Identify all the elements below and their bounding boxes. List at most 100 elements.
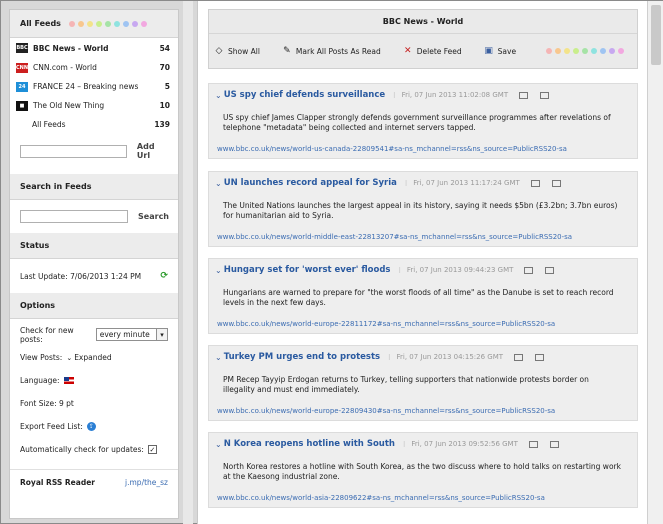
- font-size-label[interactable]: Font Size: 9 pt: [20, 399, 74, 408]
- language-option: Language:: [10, 369, 178, 392]
- print-icon[interactable]: [519, 91, 529, 99]
- email-icon[interactable]: [540, 91, 550, 99]
- print-icon[interactable]: [530, 179, 540, 187]
- color-dot[interactable]: [555, 48, 562, 54]
- save-button[interactable]: ▣ Save: [484, 46, 516, 56]
- feed-favicon-icon: 24: [16, 81, 28, 92]
- color-dot[interactable]: [573, 48, 580, 54]
- font-option: Font Size: 9 pt: [10, 392, 178, 415]
- color-dot[interactable]: [113, 20, 120, 27]
- feed-item[interactable]: ■ The Old New Thing 10: [10, 96, 178, 115]
- feed-item[interactable]: 24 FRANCE 24 – Breaking news 5: [10, 77, 178, 96]
- feed-favicon-icon: ■: [16, 100, 28, 111]
- color-dot[interactable]: [582, 48, 589, 54]
- print-icon[interactable]: [524, 266, 534, 274]
- color-dot[interactable]: [68, 20, 75, 27]
- export-icon[interactable]: ⇪: [86, 422, 96, 431]
- feed-item[interactable]: CNN CNN.com - World 70: [10, 58, 178, 77]
- export-label: Export Feed List:: [20, 422, 83, 431]
- feed-unread-count: 70: [159, 63, 170, 72]
- auto-check-label: Automatically check for updates:: [20, 445, 144, 454]
- color-dot[interactable]: [609, 48, 616, 54]
- feed-color-dots[interactable]: [546, 48, 625, 54]
- collapse-chevron-icon[interactable]: ⌄: [215, 91, 222, 100]
- post-link[interactable]: www.bbc.co.uk/news/world-asia-22809622#s…: [209, 491, 637, 505]
- collapse-chevron-icon[interactable]: ⌄: [215, 353, 222, 362]
- print-icon[interactable]: [528, 440, 538, 448]
- search-button[interactable]: Search: [138, 212, 169, 221]
- feed-item[interactable]: BBC BBC News - World 54: [10, 38, 178, 58]
- footer-link[interactable]: j.mp/the_sz: [125, 478, 168, 487]
- feed-name: All Feeds: [32, 120, 66, 129]
- post-link[interactable]: www.bbc.co.uk/news/world-europe-22811172…: [209, 317, 637, 331]
- post-body: US spy chief James Clapper strongly defe…: [209, 106, 637, 142]
- color-dot[interactable]: [122, 20, 129, 27]
- post-title[interactable]: Turkey PM urges end to protests: [224, 352, 380, 362]
- post-title[interactable]: Hungary set for 'worst ever' floods: [224, 265, 391, 275]
- color-dot[interactable]: [131, 20, 138, 27]
- post-header: ⌄ UN launches record appeal for Syria ⁝ Fri…: [209, 172, 637, 194]
- collapse-chevron-icon[interactable]: ⌄: [215, 179, 222, 188]
- show-all-label: Show All: [228, 46, 260, 56]
- color-dot[interactable]: [95, 20, 102, 27]
- flag-icon[interactable]: [63, 377, 74, 384]
- check-option: Check for new posts: every minute ▾: [10, 323, 178, 346]
- sidebar: All Feeds BBC BBC News - World 54 CNN CNN.co…: [9, 9, 179, 519]
- status-title: Status: [20, 241, 50, 250]
- vertical-scrollbar[interactable]: [647, 1, 663, 524]
- post-link[interactable]: www.bbc.co.uk/news/world-middle-east-228…: [209, 230, 637, 244]
- print-icon[interactable]: [514, 353, 524, 361]
- feed-name: FRANCE 24 – Breaking news: [33, 82, 139, 91]
- search-row: Search: [10, 200, 178, 233]
- feed-unread-count: 54: [159, 43, 170, 53]
- post-link[interactable]: www.bbc.co.uk/news/world-europe-22809430…: [209, 404, 637, 418]
- status-row: Last Update: 7/06/2013 1:24 PM ⟳: [10, 259, 178, 293]
- color-dot[interactable]: [546, 48, 553, 54]
- expand-icon[interactable]: ⌄: [66, 354, 72, 362]
- color-dot[interactable]: [600, 48, 607, 54]
- post-link[interactable]: www.bbc.co.uk/news/world-us-canada-22809…: [209, 142, 637, 156]
- sidebar-item-all-feeds[interactable]: All Feeds 139: [10, 115, 178, 134]
- options-header: Options: [10, 293, 178, 319]
- view-value[interactable]: Expanded: [74, 353, 111, 362]
- add-url-input[interactable]: [20, 144, 127, 158]
- collapse-chevron-icon[interactable]: ⌄: [215, 266, 222, 275]
- show-all-button[interactable]: ◇ Show All: [214, 46, 260, 56]
- feed-title: BBC News - World: [209, 10, 637, 34]
- collapse-chevron-icon[interactable]: ⌄: [215, 440, 222, 449]
- post-body: North Korea restores a hotline with Sout…: [209, 455, 637, 491]
- refresh-icon[interactable]: ⟳: [160, 271, 168, 281]
- view-option: View Posts: ⌄ Expanded: [10, 346, 178, 369]
- search-input[interactable]: [20, 210, 129, 223]
- diamond-icon: ◇: [215, 46, 223, 56]
- auto-check-option: Automatically check for updates: ✓: [10, 438, 178, 461]
- chevron-down-icon: ▾: [156, 329, 167, 340]
- view-label: View Posts:: [20, 353, 63, 362]
- separator-icon: ⁝: [388, 352, 391, 362]
- delete-feed-button[interactable]: ✕ Delete Feed: [403, 46, 462, 56]
- check-interval-select[interactable]: every minute ▾: [95, 328, 168, 341]
- color-dot[interactable]: [564, 48, 571, 54]
- color-dot[interactable]: [104, 20, 111, 27]
- color-dot[interactable]: [618, 48, 625, 54]
- email-icon[interactable]: [551, 179, 561, 187]
- add-url-button[interactable]: Add Url: [137, 142, 169, 160]
- post-header: ⌄ Hungary set for 'worst ever' floods ⁝ Fri…: [209, 259, 637, 281]
- color-dot[interactable]: [77, 20, 84, 27]
- post-item: ⌄ Turkey PM urges end to protests ⁝ Fri, 07…: [208, 345, 638, 421]
- color-dot[interactable]: [86, 20, 93, 27]
- email-icon[interactable]: [545, 266, 555, 274]
- post-title[interactable]: N Korea reopens hotline with South: [224, 439, 395, 449]
- email-icon[interactable]: [535, 353, 545, 361]
- scrollbar-thumb[interactable]: [651, 5, 661, 65]
- color-filter-dots[interactable]: [68, 20, 147, 27]
- email-icon[interactable]: [549, 440, 559, 448]
- color-dot[interactable]: [140, 20, 147, 27]
- post-title[interactable]: US spy chief defends surveillance: [224, 90, 385, 100]
- auto-check-checkbox[interactable]: ✓: [147, 445, 157, 454]
- post-title[interactable]: UN launches record appeal for Syria: [224, 178, 397, 188]
- color-dot[interactable]: [591, 48, 598, 54]
- mark-all-read-button[interactable]: ✎ Mark All Posts As Read: [282, 46, 381, 56]
- post-date: Fri, 07 Jun 2013 09:44:23 GMT: [406, 266, 514, 274]
- last-update-text: Last Update: 7/06/2013 1:24 PM: [20, 271, 142, 281]
